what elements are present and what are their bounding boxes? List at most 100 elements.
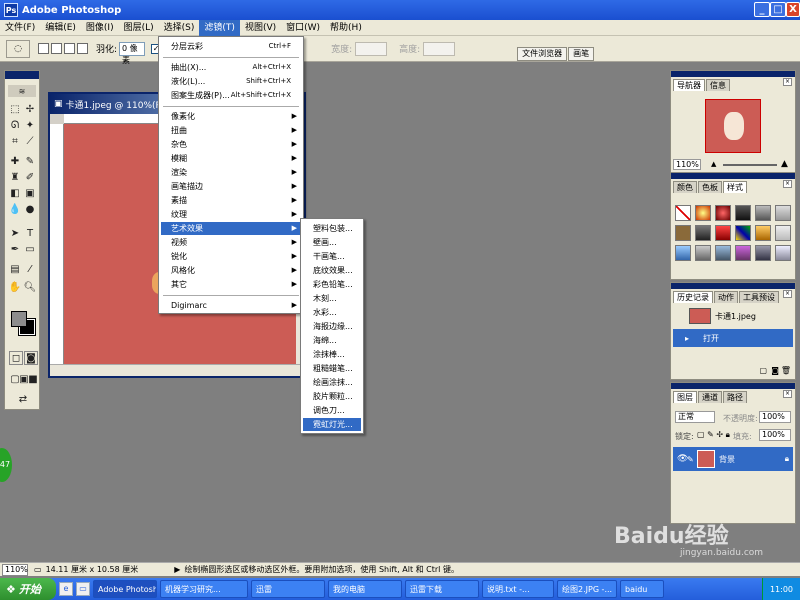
menu-layer[interactable]: 图层(L) xyxy=(119,20,159,36)
style-swatch[interactable] xyxy=(755,205,771,221)
slice-tool-icon[interactable]: ⟋ xyxy=(23,135,37,149)
palette-close-icon[interactable]: × xyxy=(783,290,792,298)
submenu-item-dry-brush[interactable]: 干画笔... xyxy=(303,250,361,263)
status-arrow-icon[interactable]: ▶ xyxy=(174,565,180,574)
close-button[interactable]: X xyxy=(786,2,800,17)
zoom-in-icon[interactable]: ▲ xyxy=(781,159,791,169)
taskbar-ml-research[interactable]: 机器学习研究... xyxy=(160,580,248,598)
new-snapshot-icon[interactable]: ◙ xyxy=(771,366,779,375)
marquee-tool-icon[interactable]: ⬚ xyxy=(8,103,22,117)
menu-select[interactable]: 选择(S) xyxy=(159,20,200,36)
tab-styles[interactable]: 样式 xyxy=(723,181,747,193)
floating-badge[interactable]: 47 xyxy=(0,448,12,482)
menu-item-stylize[interactable]: 风格化 ▶ xyxy=(161,264,301,277)
submenu-item-neon-glow[interactable]: 霓虹灯光... xyxy=(303,418,361,431)
pen-tool-icon[interactable]: ✒ xyxy=(8,243,22,257)
new-document-icon[interactable]: ▢ xyxy=(759,366,767,375)
menu-item-liquify[interactable]: 液化(L)... Shift+Ctrl+X xyxy=(161,75,301,88)
clone-stamp-icon[interactable]: ♜ xyxy=(8,171,22,185)
menu-item-pixelate[interactable]: 像素化 ▶ xyxy=(161,110,301,123)
submenu-item-colored-pencil[interactable]: 彩色铅笔... xyxy=(303,278,361,291)
palette-close-icon[interactable]: × xyxy=(783,390,792,398)
taskbar-notepad[interactable]: 说明.txt -... xyxy=(482,580,554,598)
tab-navigator[interactable]: 导航器 xyxy=(673,79,705,91)
file-browser-tab[interactable]: 文件浏览器 xyxy=(517,46,568,61)
style-swatch[interactable] xyxy=(695,245,711,261)
style-none[interactable] xyxy=(675,205,691,221)
menu-window[interactable]: 窗口(W) xyxy=(281,20,325,36)
submenu-item-sponge[interactable]: 海绵... xyxy=(303,334,361,347)
tool-preset-picker[interactable]: ◌ xyxy=(6,39,30,58)
submenu-item-cutout[interactable]: 木刻... xyxy=(303,292,361,305)
brush-tool-icon[interactable]: ✎ xyxy=(23,155,37,169)
crop-tool-icon[interactable]: ⌗ xyxy=(8,135,22,149)
style-swatch[interactable] xyxy=(695,205,711,221)
submenu-item-rough-pastels[interactable]: 粗糙蜡笔... xyxy=(303,362,361,375)
tab-paths[interactable]: 路径 xyxy=(723,391,747,403)
lock-icons[interactable]: ▢ ✎ ✢ 🔒︎ xyxy=(697,430,730,440)
menu-item-distort[interactable]: 扭曲 ▶ xyxy=(161,124,301,137)
blur-tool-icon[interactable]: 💧 xyxy=(8,203,22,217)
standard-mode-icon[interactable]: ◻ xyxy=(9,351,23,365)
submenu-item-poster-edges[interactable]: 海报边缘... xyxy=(303,320,361,333)
tab-layers[interactable]: 图层 xyxy=(673,391,697,403)
submenu-item-fresco[interactable]: 壁画... xyxy=(303,236,361,249)
trash-icon[interactable]: 🗑︎ xyxy=(781,366,791,375)
width-input[interactable] xyxy=(355,41,388,56)
height-input[interactable] xyxy=(423,41,456,56)
style-swatch[interactable] xyxy=(715,225,731,241)
menu-item-pattern-maker[interactable]: 图案生成器(P)... Alt+Shift+Ctrl+X xyxy=(161,89,301,102)
hand-tool-icon[interactable]: ✋ xyxy=(8,281,22,295)
notes-tool-icon[interactable]: ▤ xyxy=(8,263,22,277)
brushes-tab[interactable]: 画笔 xyxy=(568,46,595,61)
move-tool-icon[interactable]: ✢ xyxy=(23,103,37,117)
menu-image[interactable]: 图像(I) xyxy=(81,20,119,36)
ie-icon[interactable]: e xyxy=(59,582,73,596)
menu-item-blur[interactable]: 模糊 ▶ xyxy=(161,152,301,165)
eyedropper-icon[interactable]: ⁄ xyxy=(23,263,37,277)
healing-brush-icon[interactable]: ✚ xyxy=(8,155,22,169)
style-swatch[interactable] xyxy=(715,245,731,261)
style-swatch[interactable] xyxy=(735,205,751,221)
magic-wand-icon[interactable]: ✦ xyxy=(23,119,37,133)
document-horizontal-scrollbar[interactable] xyxy=(50,364,304,376)
menu-edit[interactable]: 编辑(E) xyxy=(40,20,81,36)
jump-to-imageready-icon[interactable]: ⇄ xyxy=(11,393,35,407)
adobe-online-icon[interactable]: ≋ xyxy=(8,85,36,97)
taskbar-paint[interactable]: 绘图2.JPG -... xyxy=(557,580,617,598)
tab-info[interactable]: 信息 xyxy=(706,79,730,91)
lasso-tool-icon[interactable]: ᘏ xyxy=(8,119,22,133)
feather-input[interactable]: 0 像素 xyxy=(119,41,146,65)
style-swatch[interactable] xyxy=(675,225,691,241)
blend-mode-select[interactable]: 正常 xyxy=(675,411,715,423)
menu-file[interactable]: 文件(F) xyxy=(0,20,40,36)
style-swatch[interactable] xyxy=(755,225,771,241)
menu-item-other[interactable]: 其它 ▶ xyxy=(161,278,301,291)
menu-item-texture[interactable]: 纹理 ▶ xyxy=(161,208,301,221)
menu-filter[interactable]: 滤镜(T) xyxy=(199,19,240,36)
toolbox-grip[interactable] xyxy=(5,71,39,79)
tab-history[interactable]: 历史记录 xyxy=(673,291,713,303)
shape-tool-icon[interactable]: ▭ xyxy=(23,243,37,257)
history-state-open[interactable]: ▸ 打开 xyxy=(673,329,793,347)
maximize-button[interactable]: □ xyxy=(770,2,786,17)
menu-help[interactable]: 帮助(H) xyxy=(325,20,367,36)
menu-item-artistic[interactable]: 艺术效果 ▶ xyxy=(161,222,301,235)
style-swatch[interactable] xyxy=(775,245,791,261)
foreground-color-swatch[interactable] xyxy=(11,311,27,327)
style-swatch[interactable] xyxy=(695,225,711,241)
navigator-zoom-field[interactable]: 110% xyxy=(673,159,701,170)
type-tool-icon[interactable]: T xyxy=(23,227,37,241)
style-swatch[interactable] xyxy=(735,225,751,241)
submenu-item-paint-daubs[interactable]: 绘画涂抹... xyxy=(303,376,361,389)
submenu-item-film-grain[interactable]: 胶片颗粒... xyxy=(303,390,361,403)
subtract-selection-button[interactable] xyxy=(64,43,75,54)
layer-background[interactable]: 👁︎ ✎ 背景 🔒︎ xyxy=(673,447,793,471)
style-swatch[interactable] xyxy=(715,205,731,221)
status-zoom-field[interactable]: 110% xyxy=(2,563,28,576)
menu-item-clouds[interactable]: 分层云彩 Ctrl+F xyxy=(161,40,301,53)
gradient-tool-icon[interactable]: ▣ xyxy=(23,187,37,201)
menu-item-extract[interactable]: 抽出(X)... Alt+Ctrl+X xyxy=(161,61,301,74)
zoom-slider[interactable] xyxy=(723,164,777,166)
opacity-input[interactable]: 100% xyxy=(759,411,791,423)
